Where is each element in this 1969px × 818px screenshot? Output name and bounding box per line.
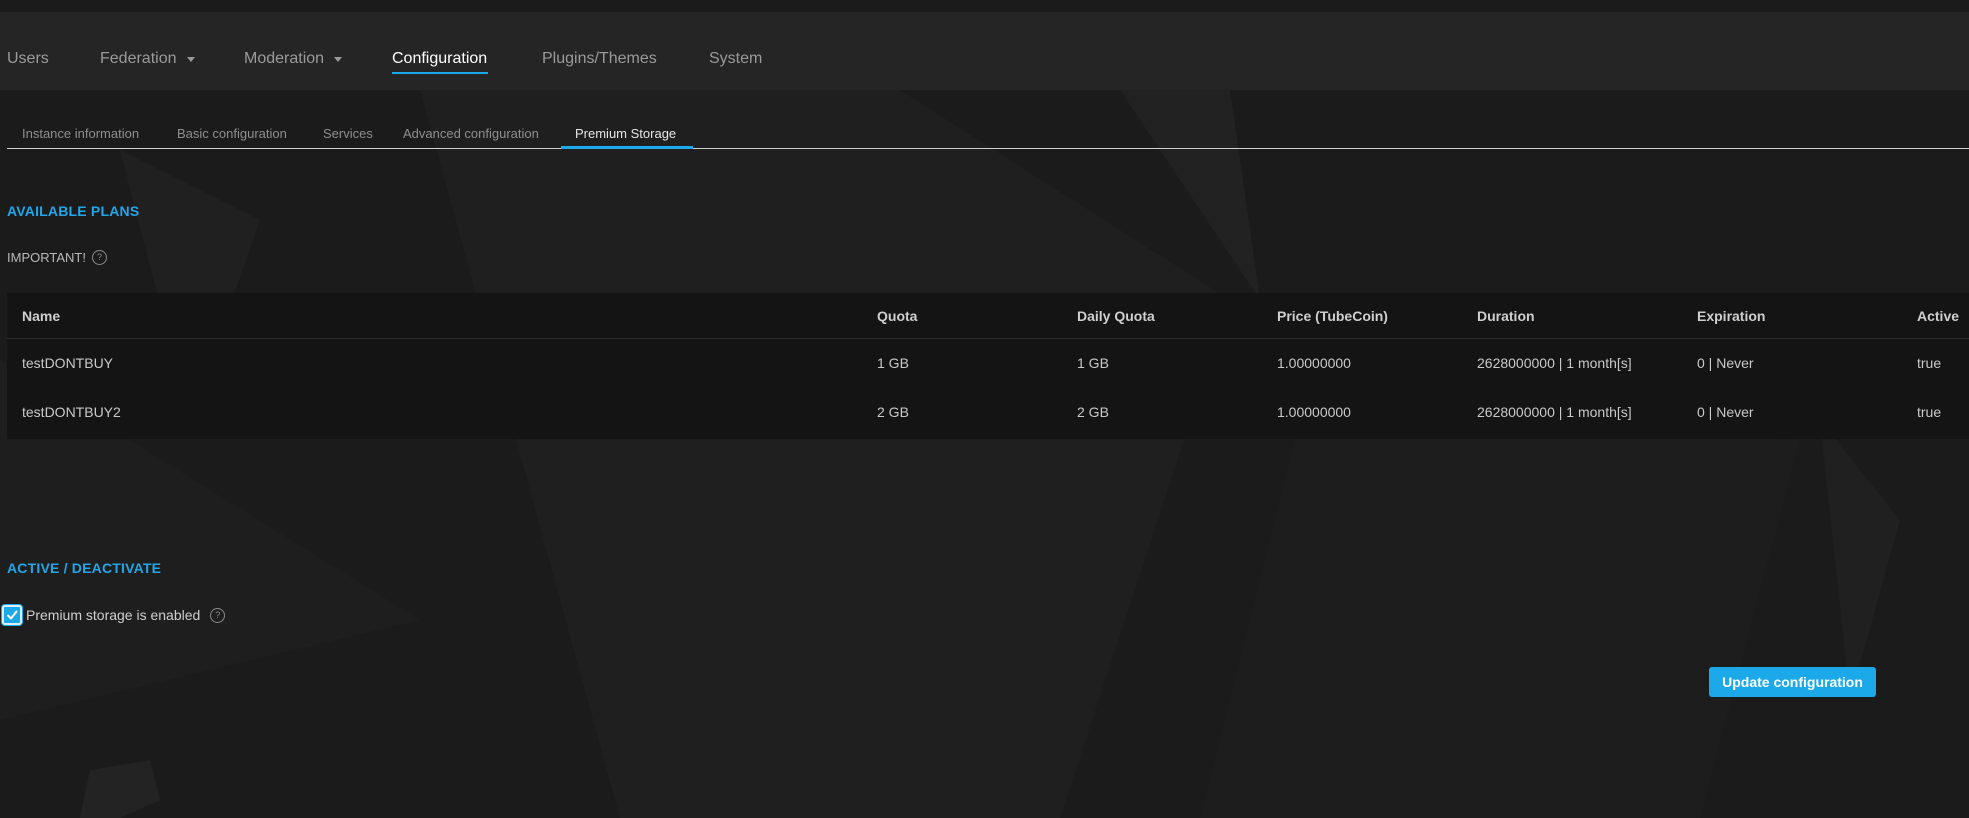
help-icon[interactable]: ?: [91, 250, 107, 265]
tab-basic-configuration[interactable]: Basic configuration: [177, 126, 287, 141]
cell-active: true: [1917, 404, 1942, 420]
available-plans-heading: AVAILABLE PLANS: [7, 203, 140, 219]
nav-active-indicator: [392, 72, 488, 74]
tab-instance-information[interactable]: Instance information: [22, 126, 139, 141]
tab-active-indicator: [561, 146, 693, 149]
column-header-daily-quota[interactable]: Daily Quota: [1077, 308, 1155, 324]
chevron-down-icon: [334, 56, 343, 62]
nav-configuration-label: Configuration: [392, 50, 488, 67]
cell-expiration: 0 | Never: [1697, 404, 1754, 420]
cell-daily-quota: 2 GB: [1077, 404, 1109, 420]
column-header-price[interactable]: Price (TubeCoin): [1277, 308, 1388, 324]
cell-expiration: 0 | Never: [1697, 355, 1754, 371]
chevron-down-icon: [186, 56, 195, 62]
active-deactivate-heading: ACTIVE / DEACTIVATE: [7, 560, 162, 576]
cell-quota: 1 GB: [877, 355, 909, 371]
nav-plugins-themes-label: Plugins/Themes: [542, 50, 657, 67]
premium-storage-toggle[interactable]: Premium storage is enabled ?: [0, 605, 226, 625]
nav-users-label: Users: [7, 50, 49, 67]
cell-daily-quota: 1 GB: [1077, 355, 1109, 371]
premium-storage-checkbox[interactable]: [2, 605, 22, 625]
premium-storage-label[interactable]: Premium storage is enabled: [26, 607, 200, 623]
nav-moderation-label: Moderation: [244, 50, 325, 67]
nav-moderation[interactable]: Moderation: [244, 50, 343, 68]
update-configuration-button[interactable]: Update configuration: [1709, 667, 1876, 697]
cell-name: testDONTBUY2: [22, 404, 121, 420]
column-header-quota[interactable]: Quota: [877, 308, 917, 324]
cell-name: testDONTBUY: [22, 355, 114, 371]
plans-table: Name Quota Daily Quota Price (TubeCoin) …: [7, 293, 1969, 439]
nav-federation[interactable]: Federation: [100, 50, 195, 68]
cell-price: 1.00000000: [1277, 355, 1351, 371]
nav-users[interactable]: Users: [7, 50, 49, 68]
important-label: IMPORTANT!: [7, 250, 86, 265]
cell-duration: 2628000000 | 1 month[s]: [1477, 404, 1632, 420]
table-header: Name Quota Daily Quota Price (TubeCoin) …: [7, 293, 1969, 339]
column-header-duration[interactable]: Duration: [1477, 308, 1535, 324]
nav-system[interactable]: System: [709, 50, 762, 68]
column-header-expiration[interactable]: Expiration: [1697, 308, 1765, 324]
tab-advanced-configuration[interactable]: Advanced configuration: [403, 126, 539, 141]
cell-quota: 2 GB: [877, 404, 909, 420]
nav-system-label: System: [709, 50, 763, 67]
tab-premium-storage[interactable]: Premium Storage: [575, 126, 676, 141]
cell-price: 1.00000000: [1277, 404, 1351, 420]
help-icon[interactable]: ?: [210, 607, 226, 623]
top-navigation: Users Federation Moderation Configuratio…: [0, 12, 1969, 90]
column-header-name[interactable]: Name: [22, 308, 60, 324]
nav-federation-label: Federation: [100, 50, 177, 67]
checkmark-icon: [7, 610, 18, 620]
table-row[interactable]: testDONTBUY 1 GB 1 GB 1.00000000 2628000…: [7, 339, 1969, 387]
table-row[interactable]: testDONTBUY2 2 GB 2 GB 1.00000000 262800…: [7, 388, 1969, 436]
important-note: IMPORTANT! ?: [7, 250, 107, 265]
tabs-divider: [7, 148, 1969, 149]
tab-services[interactable]: Services: [323, 126, 373, 141]
nav-configuration[interactable]: Configuration: [392, 50, 487, 68]
cell-active: true: [1917, 355, 1942, 371]
cell-duration: 2628000000 | 1 month[s]: [1477, 355, 1632, 371]
column-header-active[interactable]: Active: [1917, 308, 1959, 324]
nav-plugins-themes[interactable]: Plugins/Themes: [542, 50, 657, 68]
